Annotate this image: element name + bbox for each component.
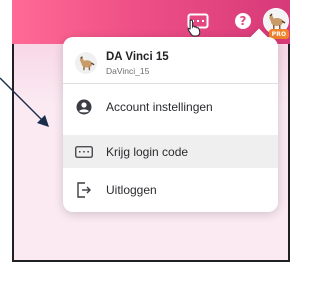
menu-item-label: Krijg login code [106, 144, 189, 159]
keyboard-icon [75, 143, 93, 161]
menu-item-logout[interactable]: Uitloggen [63, 173, 278, 206]
user-handle: DaVinci_15 [106, 66, 150, 76]
logout-icon [75, 181, 93, 199]
menu-item-account-settings[interactable]: Account instellingen [63, 90, 278, 123]
app-window: ? PRO DA Vinci 15 DaVinci_15 Account ins… [0, 0, 295, 284]
mouse-cursor-icon [187, 19, 201, 37]
user-avatar [75, 52, 97, 74]
user-name: DA Vinci 15 [106, 51, 169, 63]
user-info: DA Vinci 15 DaVinci_15 [63, 43, 278, 81]
horse-avatar-icon [79, 56, 95, 71]
menu-item-login-code[interactable]: Krijg login code [63, 135, 278, 168]
menu-item-label: Uitloggen [106, 182, 157, 197]
account-dropdown-menu: DA Vinci 15 DaVinci_15 Account instellin… [63, 28, 278, 212]
account-circle-icon [75, 98, 93, 116]
menu-item-label: Account instellingen [106, 99, 213, 114]
menu-divider [63, 83, 278, 84]
